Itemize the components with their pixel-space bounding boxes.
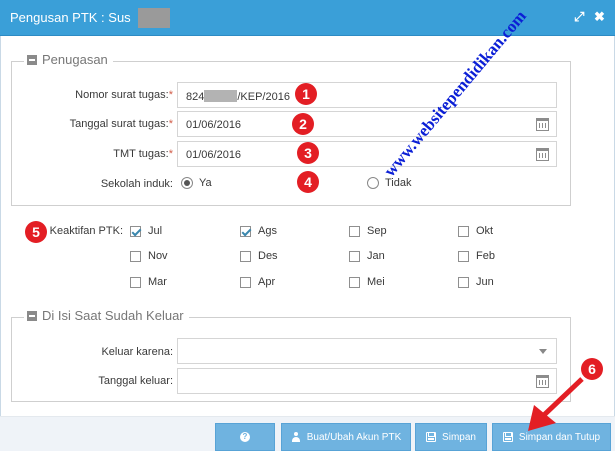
radio-unselected-icon bbox=[367, 177, 379, 189]
simpan-button[interactable]: Simpan bbox=[415, 423, 487, 451]
annotation-marker-5: 5 bbox=[25, 221, 47, 243]
user-icon bbox=[291, 432, 301, 442]
annotation-marker-6: 6 bbox=[581, 358, 603, 380]
radio-selected-icon bbox=[181, 177, 193, 189]
checkbox-checked-icon bbox=[130, 225, 141, 237]
calendar-icon[interactable] bbox=[536, 148, 549, 161]
tmt-tugas-label: TMT tugas:* bbox=[113, 148, 173, 160]
checkbox-empty-icon bbox=[458, 276, 469, 288]
sekolah-induk-ya-radio[interactable]: Ya bbox=[181, 177, 212, 189]
required-marker: * bbox=[168, 148, 173, 160]
tanggal-surat-input[interactable]: 01/06/2016 bbox=[177, 111, 557, 137]
month-checkbox-sep[interactable]: Sep bbox=[349, 225, 387, 237]
save-icon bbox=[426, 432, 437, 442]
checkbox-empty-icon bbox=[349, 250, 360, 262]
checkbox-empty-icon bbox=[458, 225, 469, 237]
month-checkbox-feb[interactable]: Feb bbox=[458, 250, 495, 262]
keluar-legend-text: Di Isi Saat Sudah Keluar bbox=[42, 308, 184, 323]
tanggal-keluar-label: Tanggal keluar: bbox=[98, 375, 173, 387]
redacted-name-block bbox=[138, 8, 170, 28]
keluar-karena-label: Keluar karena: bbox=[101, 346, 173, 358]
calendar-icon[interactable] bbox=[536, 118, 549, 131]
annotation-marker-4: 4 bbox=[297, 171, 319, 193]
checkbox-empty-icon bbox=[240, 250, 251, 262]
month-checkbox-jan[interactable]: Jan bbox=[349, 250, 385, 262]
penugasan-legend: Penugasan bbox=[24, 52, 113, 67]
required-marker: * bbox=[168, 118, 173, 130]
help-button[interactable]: ? bbox=[215, 423, 275, 451]
month-checkbox-mei[interactable]: Mei bbox=[349, 276, 385, 288]
save-icon bbox=[502, 432, 513, 442]
month-checkbox-apr[interactable]: Apr bbox=[240, 276, 275, 288]
month-checkbox-des[interactable]: Des bbox=[240, 250, 278, 262]
redacted-number-block bbox=[204, 90, 238, 102]
checkbox-empty-icon bbox=[458, 250, 469, 262]
tmt-tugas-input[interactable]: 01/06/2016 bbox=[177, 141, 557, 167]
keluar-legend: Di Isi Saat Sudah Keluar bbox=[24, 308, 189, 323]
month-checkbox-jul[interactable]: Jul bbox=[130, 225, 162, 237]
checkbox-empty-icon bbox=[349, 276, 360, 288]
annotation-marker-3: 3 bbox=[297, 142, 319, 164]
penugasan-legend-text: Penugasan bbox=[42, 52, 108, 67]
arrow-shaft bbox=[542, 377, 584, 417]
sekolah-induk-tidak-radio[interactable]: Tidak bbox=[367, 177, 412, 189]
collapse-minus-icon[interactable] bbox=[27, 54, 37, 65]
month-checkbox-nov[interactable]: Nov bbox=[130, 250, 168, 262]
nomor-surat-input[interactable]: 824/KEP/2016 bbox=[177, 82, 557, 108]
month-checkbox-mar[interactable]: Mar bbox=[130, 276, 167, 288]
window-title: Pengusan PTK : Sus bbox=[10, 10, 131, 25]
tanggal-keluar-input[interactable] bbox=[177, 368, 557, 394]
dropdown-caret-icon bbox=[539, 349, 547, 354]
month-checkbox-ags[interactable]: Ags bbox=[240, 225, 277, 237]
tanggal-surat-label: Tanggal surat tugas:* bbox=[69, 118, 173, 130]
collapse-minus-icon[interactable] bbox=[27, 310, 37, 321]
month-checkbox-jun[interactable]: Jun bbox=[458, 276, 494, 288]
checkbox-empty-icon bbox=[130, 250, 141, 262]
checkbox-empty-icon bbox=[130, 276, 141, 288]
keaktifan-label: Keaktifan PTK: bbox=[49, 225, 123, 237]
checkbox-empty-icon bbox=[349, 225, 360, 237]
question-icon: ? bbox=[240, 432, 250, 442]
required-marker: * bbox=[168, 89, 173, 101]
checkbox-empty-icon bbox=[240, 276, 251, 288]
annotation-arrow bbox=[528, 377, 584, 431]
annotation-marker-2: 2 bbox=[292, 113, 314, 135]
month-checkbox-okt[interactable]: Okt bbox=[458, 225, 493, 237]
close-icon[interactable]: ✖ bbox=[594, 9, 605, 25]
keluar-karena-select[interactable] bbox=[177, 338, 557, 364]
annotation-marker-1: 1 bbox=[295, 83, 317, 105]
buat-ubah-akun-button[interactable]: Buat/Ubah Akun PTK bbox=[281, 423, 411, 451]
nomor-surat-label: Nomor surat tugas:* bbox=[75, 89, 173, 101]
checkbox-checked-icon bbox=[240, 225, 251, 237]
sekolah-induk-label: Sekolah induk: bbox=[100, 178, 173, 190]
resize-arrows-icon[interactable]: ⤢ bbox=[574, 9, 584, 25]
